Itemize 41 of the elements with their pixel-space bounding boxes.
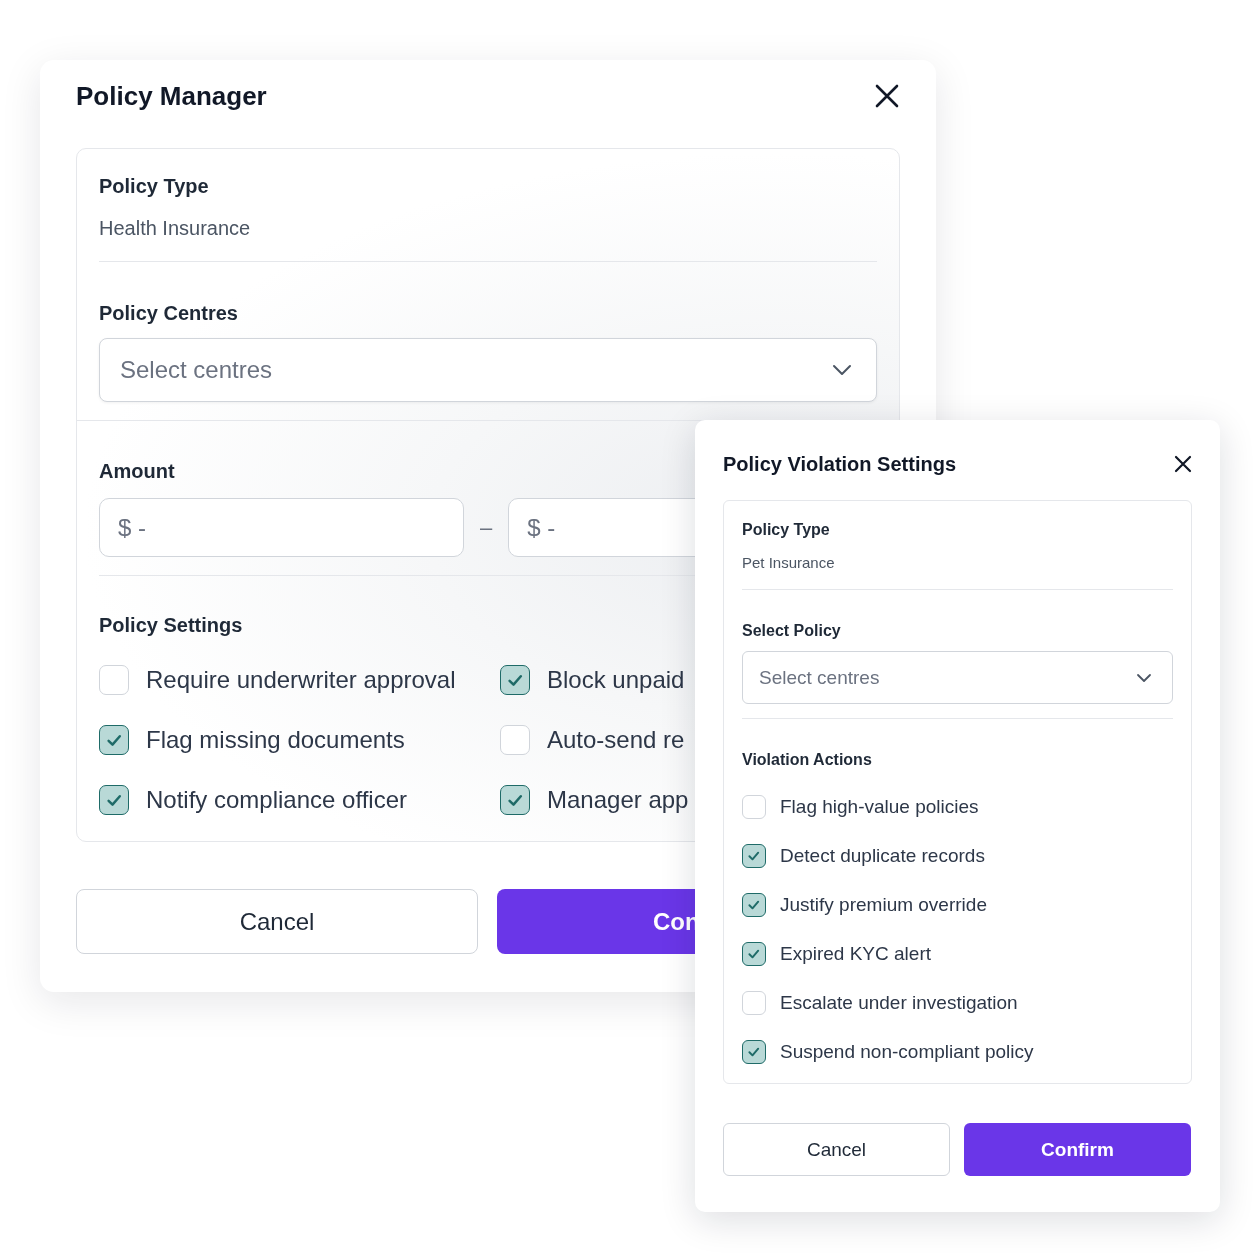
checkbox-label: Escalate under investigation (780, 991, 1018, 1015)
chevron-down-icon (1136, 672, 1152, 683)
checkbox[interactable] (742, 1040, 766, 1064)
field-value: Health Insurance (99, 216, 251, 241)
checkbox-label: Require underwriter approval (146, 665, 456, 695)
close-icon[interactable] (874, 83, 900, 109)
section-label: Violation Actions (742, 750, 872, 770)
checkbox[interactable] (99, 785, 129, 815)
checkbox[interactable] (742, 844, 766, 868)
field-label: Amount (99, 459, 175, 484)
checkbox-label: Detect duplicate records (780, 844, 985, 868)
modal-title: Policy Manager (76, 80, 267, 112)
checkbox[interactable] (742, 893, 766, 917)
chevron-down-icon (832, 364, 852, 376)
checkbox-label: Auto-send re (547, 725, 685, 755)
select-field[interactable]: Select centres (742, 651, 1173, 704)
checkbox-label: Suspend non-compliant policy (780, 1040, 1034, 1064)
close-icon[interactable] (1174, 455, 1192, 473)
checkbox-label: Expired KYC alert (780, 942, 931, 966)
checkbox-label: Justify premium override (780, 893, 987, 917)
checkbox-label: Flag high-value policies (780, 795, 979, 819)
amount-field[interactable]: $ - (99, 498, 464, 557)
checkbox[interactable] (500, 785, 530, 815)
section-label: Policy Settings (99, 613, 243, 638)
cancel-button[interactable]: Cancel (76, 889, 478, 954)
cancel-button[interactable]: Cancel (723, 1123, 950, 1176)
field-label: Policy Type (99, 174, 209, 199)
range-separator: – (480, 514, 493, 541)
checkbox-label: Flag missing documents (146, 725, 405, 755)
select-field[interactable]: Select centres (99, 338, 877, 402)
checkbox-label: Notify compliance officer (146, 785, 407, 815)
confirm-button[interactable]: Confirm (964, 1123, 1191, 1176)
checkbox[interactable] (742, 942, 766, 966)
checkbox[interactable] (99, 725, 129, 755)
field-label: Policy Centres (99, 301, 238, 326)
checkbox[interactable] (500, 665, 530, 695)
field-label: Policy Type (742, 520, 830, 540)
checkbox-label: Manager app (547, 785, 689, 815)
field-label: Select Policy (742, 621, 841, 641)
modal-title: Policy Violation Settings (723, 452, 956, 477)
checkbox-label: Block unpaid (547, 665, 685, 695)
